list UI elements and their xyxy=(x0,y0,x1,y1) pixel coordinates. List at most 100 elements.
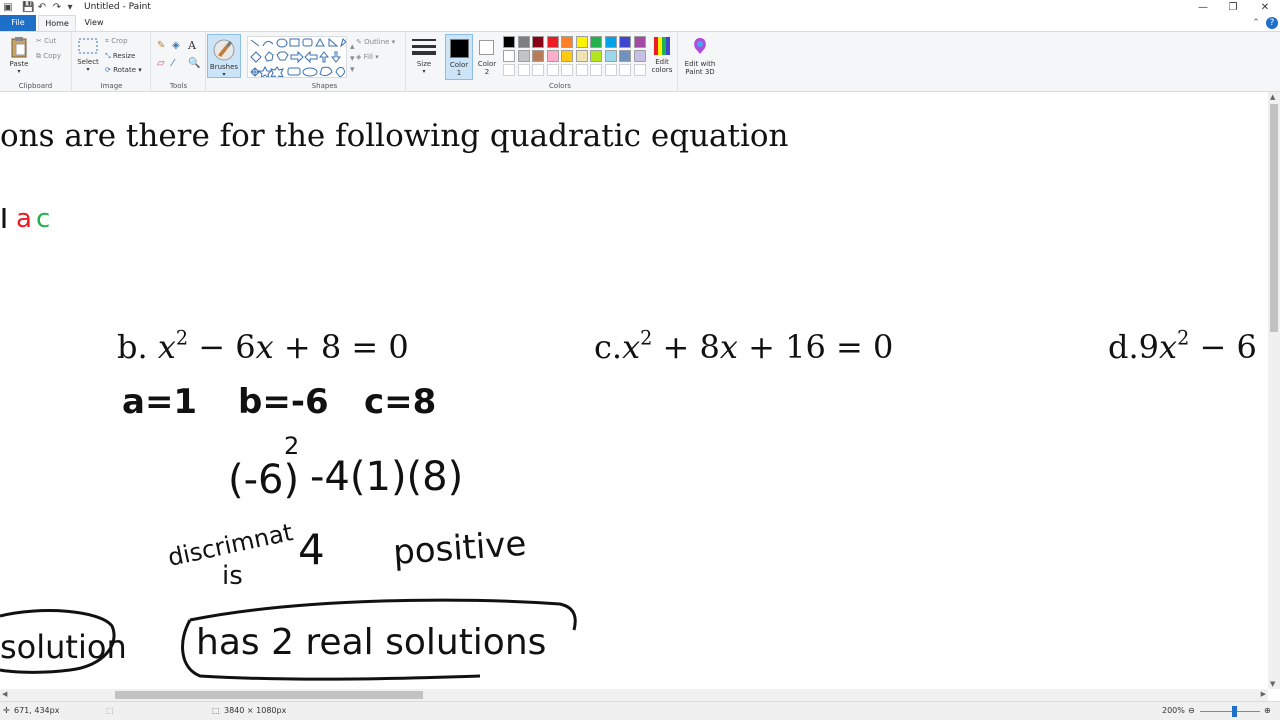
color-swatch[interactable] xyxy=(619,64,631,76)
color-swatch[interactable] xyxy=(546,64,559,76)
color-swatch[interactable] xyxy=(619,50,631,62)
color-swatch[interactable] xyxy=(575,36,588,48)
clipboard-label: Clipboard xyxy=(18,82,53,90)
edit-with-paint3d-button[interactable]: Edit with Paint 3D xyxy=(680,32,720,92)
color-swatch[interactable] xyxy=(604,64,617,76)
one-solution-text: solution xyxy=(0,628,127,666)
rotate-button[interactable]: ⟳ Rotate ▾ xyxy=(105,66,142,74)
color-swatch[interactable] xyxy=(590,64,602,76)
select-button[interactable]: Select ▾ xyxy=(76,38,100,73)
rotate-label: Rotate xyxy=(113,66,137,74)
vertical-scroll-thumb[interactable] xyxy=(1270,104,1278,332)
color-swatch[interactable] xyxy=(546,36,559,48)
pencil-icon[interactable]: ✎ xyxy=(157,40,165,51)
image-group: Select ▾ ⌗ Crop ⤡ Resize ⟳ Rotate ▾ Imag… xyxy=(73,32,151,92)
horizontal-scroll-thumb[interactable] xyxy=(115,691,423,699)
scroll-right-icon[interactable]: ▶ xyxy=(1261,690,1266,698)
zoom-out-icon[interactable]: ⊖ xyxy=(1188,706,1195,715)
zoom-in-icon[interactable]: ⊕ xyxy=(1264,706,1271,715)
color1-button[interactable]: Color 1 xyxy=(445,34,473,80)
paste-button[interactable]: Paste ▾ xyxy=(6,36,32,75)
color-swatch[interactable] xyxy=(575,64,588,76)
handwriting-layer: a=1 b=-6 c=8 (-6) 2 -4(1)(8) discrimnat … xyxy=(0,382,577,681)
color-swatch[interactable] xyxy=(503,50,515,62)
shapes-gallery[interactable] xyxy=(247,36,347,78)
undo-icon[interactable]: ↶ xyxy=(36,2,48,13)
color-swatch[interactable] xyxy=(590,36,602,48)
color-swatch[interactable] xyxy=(561,64,573,76)
color-swatch[interactable] xyxy=(532,36,544,48)
tab-view[interactable]: View xyxy=(78,15,110,31)
color-swatch[interactable] xyxy=(604,50,617,62)
color-swatch[interactable] xyxy=(604,36,617,48)
color-swatch[interactable] xyxy=(546,50,559,62)
tab-file[interactable]: File xyxy=(0,15,36,31)
tab-home[interactable]: Home xyxy=(38,15,76,31)
cut-button[interactable]: ✂ Cut xyxy=(36,37,56,45)
color-swatch[interactable] xyxy=(532,64,544,76)
color-swatch[interactable] xyxy=(633,64,646,76)
canvas-size-icon: ⬚ xyxy=(212,706,220,715)
color2-button[interactable]: Color 2 xyxy=(474,32,500,92)
fill-bucket-icon[interactable]: ◈ xyxy=(172,40,180,51)
paste-icon xyxy=(11,37,27,58)
color-swatch[interactable] xyxy=(619,36,631,48)
magnifier-icon[interactable]: 🔍 xyxy=(188,58,200,69)
outline-label: Outline xyxy=(364,38,390,46)
customize-quick-access-icon[interactable]: ▾ xyxy=(64,2,76,13)
help-icon[interactable]: ? xyxy=(1266,17,1278,29)
text-icon[interactable]: A xyxy=(188,39,196,52)
color-swatch[interactable] xyxy=(561,50,573,62)
size-icon xyxy=(412,39,436,55)
color-swatch[interactable] xyxy=(503,36,515,48)
color-swatch[interactable] xyxy=(517,64,530,76)
save-icon[interactable]: 💾 xyxy=(22,2,34,13)
canvas[interactable]: ons are there for the following quadrati… xyxy=(0,92,1268,689)
color-swatch[interactable] xyxy=(503,64,515,76)
outline-button[interactable]: ✎ Outline ▾ xyxy=(356,38,395,46)
eraser-icon[interactable]: ▱ xyxy=(157,58,165,69)
copy-button[interactable]: ⧉ Copy xyxy=(36,52,61,61)
color-swatch[interactable] xyxy=(590,50,602,62)
restore-button[interactable]: ❐ xyxy=(1218,0,1248,15)
color-swatch[interactable] xyxy=(561,36,573,48)
edit-colors-icon xyxy=(654,37,670,55)
zoom-slider-track[interactable] xyxy=(1200,711,1260,712)
paint3d-icon xyxy=(694,38,706,54)
scroll-left-icon[interactable]: ◀ xyxy=(2,690,7,698)
color-swatch[interactable] xyxy=(532,50,544,62)
image-label: Image xyxy=(100,82,123,90)
two-solutions-text: has 2 real solutions xyxy=(196,622,546,663)
crop-button[interactable]: ⌗ Crop xyxy=(105,37,128,46)
size-button[interactable]: Size ▾ xyxy=(407,32,441,92)
outline-icon: ✎ xyxy=(356,38,362,46)
shapes-scroll-down-icon[interactable]: ▾ xyxy=(350,54,355,64)
scroll-up-icon[interactable]: ▲ xyxy=(1270,93,1275,101)
color-swatch[interactable] xyxy=(575,50,588,62)
copy-icon: ⧉ xyxy=(36,52,41,60)
copy-label: Copy xyxy=(43,52,61,60)
color-swatch[interactable] xyxy=(517,36,530,48)
shapes-scroll-up-icon[interactable]: ▴ xyxy=(350,42,355,52)
redo-icon[interactable]: ↷ xyxy=(51,2,63,13)
color-picker-icon[interactable]: ⁄ xyxy=(172,58,174,69)
shapes-expand-icon[interactable]: ▾ xyxy=(350,65,355,75)
crop-icon: ⌗ xyxy=(105,37,109,45)
positive-word: positive xyxy=(392,524,528,573)
scroll-down-icon[interactable]: ▼ xyxy=(1270,680,1275,688)
collapse-ribbon-icon[interactable]: ⌃ xyxy=(1250,17,1262,29)
close-button[interactable]: ✕ xyxy=(1250,0,1280,15)
fill-button[interactable]: ◈ Fill ▾ xyxy=(356,53,379,61)
color-swatch[interactable] xyxy=(517,50,530,62)
resize-button[interactable]: ⤡ Resize xyxy=(105,52,135,61)
zoom-slider-thumb[interactable] xyxy=(1232,706,1237,717)
horizontal-scrollbar[interactable]: ◀ ▶ xyxy=(0,689,1268,701)
color-swatch[interactable] xyxy=(633,36,646,48)
edit-colors-button[interactable]: Edit colors xyxy=(648,36,676,74)
resize-icon: ⤡ xyxy=(105,52,111,60)
brushes-button[interactable]: Brushes ▾ xyxy=(207,34,241,78)
minimize-button[interactable]: — xyxy=(1188,0,1218,15)
color-swatch[interactable] xyxy=(633,50,646,62)
vertical-scrollbar[interactable]: ▲ ▼ xyxy=(1268,92,1280,689)
shapes-group: ▴ ▾ ▾ ✎ Outline ▾ ◈ Fill ▾ Shapes xyxy=(244,32,406,92)
